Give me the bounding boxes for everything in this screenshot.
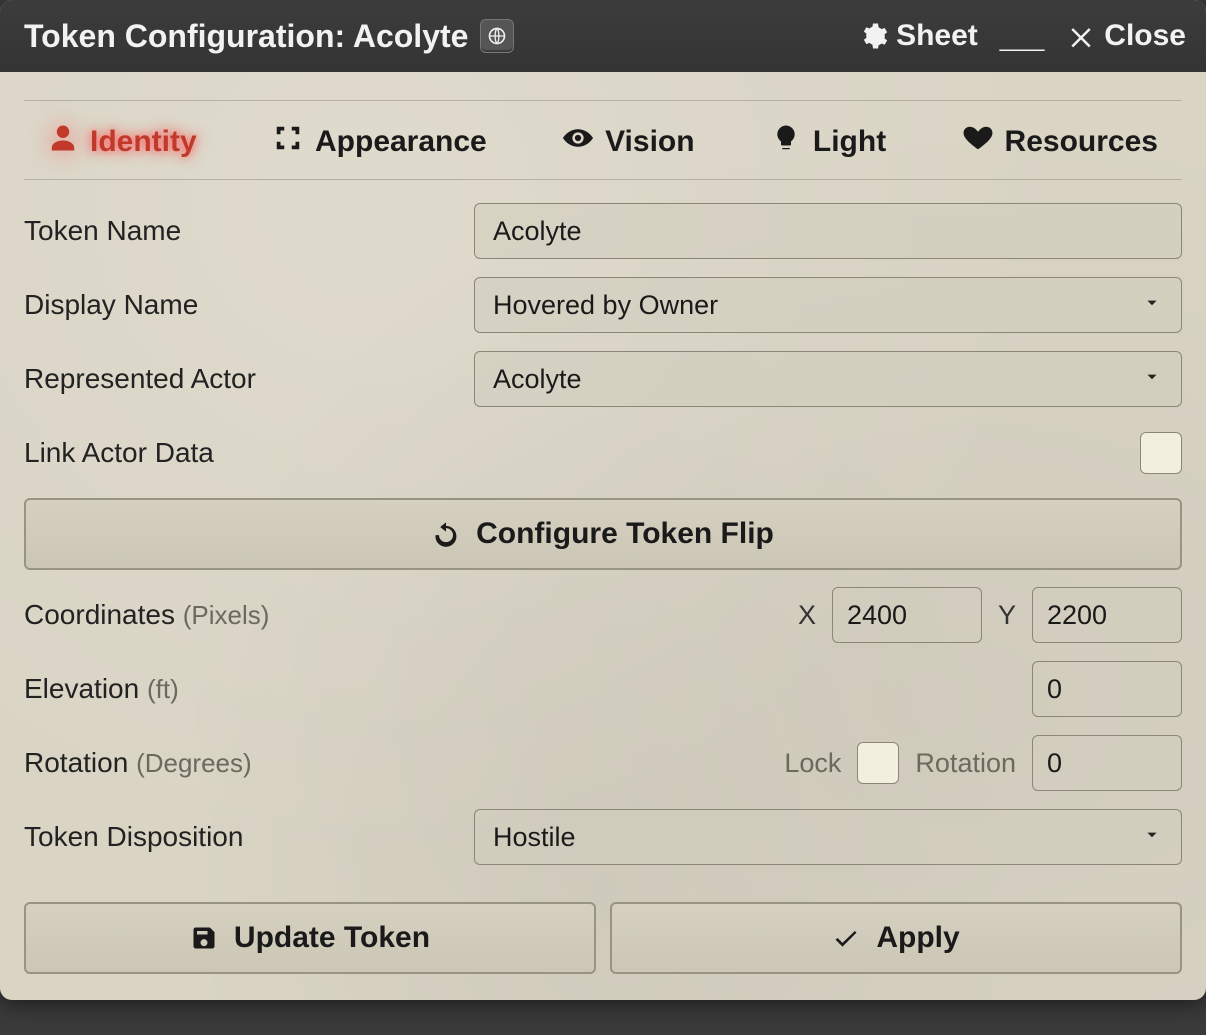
tab-identity[interactable]: Identity <box>40 119 205 165</box>
token-name-input[interactable] <box>474 203 1182 259</box>
user-icon <box>48 123 78 161</box>
coordinates-label: Coordinates (Pixels) <box>24 599 454 631</box>
lock-label: Lock <box>784 748 841 779</box>
heart-icon <box>963 123 993 161</box>
row-disposition: Token Disposition Hostile <box>24 808 1182 866</box>
tab-appearance[interactable]: Appearance <box>265 119 495 165</box>
row-rotation: Rotation (Degrees) Lock Rotation <box>24 734 1182 792</box>
rotation-input[interactable] <box>1032 735 1182 791</box>
close-icon <box>1066 21 1096 51</box>
disposition-select[interactable]: Hostile <box>474 809 1182 865</box>
window-body: Identity Appearance Vision Light <box>0 100 1206 994</box>
tab-light-label: Light <box>813 125 886 159</box>
coord-y-input[interactable] <box>1032 587 1182 643</box>
sheet-button[interactable]: Sheet <box>858 19 978 53</box>
coordinates-unit: (Pixels) <box>183 600 270 630</box>
tab-vision[interactable]: Vision <box>555 119 702 165</box>
elevation-label: Elevation (ft) <box>24 673 454 705</box>
apply-label: Apply <box>876 921 959 955</box>
gear-icon <box>858 21 888 51</box>
expand-icon <box>273 123 303 161</box>
token-name-label: Token Name <box>24 215 454 247</box>
close-button[interactable]: Close <box>1066 19 1186 53</box>
apply-button[interactable]: Apply <box>610 902 1182 974</box>
rotation-label-text: Rotation <box>24 747 128 778</box>
row-elevation: Elevation (ft) <box>24 660 1182 718</box>
disposition-value: Hostile <box>493 822 576 853</box>
link-actor-checkbox[interactable] <box>1140 432 1182 474</box>
header-actions: Sheet __ Close <box>858 11 1186 62</box>
chevron-down-icon <box>1141 290 1163 321</box>
token-configuration-window: Token Configuration: Acolyte Sheet __ Cl… <box>0 0 1206 1000</box>
row-coordinates: Coordinates (Pixels) X Y <box>24 586 1182 644</box>
save-icon <box>190 924 218 952</box>
display-name-label: Display Name <box>24 289 454 321</box>
elevation-label-text: Elevation <box>24 673 139 704</box>
tab-appearance-label: Appearance <box>315 125 487 159</box>
update-token-label: Update Token <box>234 921 430 955</box>
update-token-button[interactable]: Update Token <box>24 902 596 974</box>
tab-light[interactable]: Light <box>763 119 894 165</box>
refresh-icon <box>432 520 460 548</box>
represented-actor-value: Acolyte <box>493 364 582 395</box>
row-display-name: Display Name Hovered by Owner <box>24 276 1182 334</box>
lock-rotation-checkbox[interactable] <box>857 742 899 784</box>
represented-actor-select[interactable]: Acolyte <box>474 351 1182 407</box>
tab-bar: Identity Appearance Vision Light <box>24 101 1182 180</box>
represented-actor-label: Represented Actor <box>24 363 454 395</box>
coord-x-input[interactable] <box>832 587 982 643</box>
identity-form: Token Name Display Name Hovered by Owner… <box>24 180 1182 974</box>
check-icon <box>832 924 860 952</box>
minimize-icon: __ <box>1000 11 1045 56</box>
configure-token-flip-button[interactable]: Configure Token Flip <box>24 498 1182 570</box>
chevron-down-icon <box>1141 822 1163 853</box>
rotation-label: Rotation (Degrees) <box>24 747 454 779</box>
footer-buttons: Update Token Apply <box>24 902 1182 974</box>
tab-resources-label: Resources <box>1005 125 1158 159</box>
tab-resources[interactable]: Resources <box>955 119 1166 165</box>
rotation-field-label: Rotation <box>915 748 1016 779</box>
elevation-unit: (ft) <box>147 674 179 704</box>
tab-vision-label: Vision <box>605 125 694 159</box>
eye-icon <box>563 123 593 161</box>
configure-token-flip-label: Configure Token Flip <box>476 517 774 551</box>
display-name-select[interactable]: Hovered by Owner <box>474 277 1182 333</box>
row-token-name: Token Name <box>24 202 1182 260</box>
display-name-value: Hovered by Owner <box>493 290 718 321</box>
disposition-label: Token Disposition <box>24 821 454 853</box>
minimize-button[interactable]: __ <box>1000 11 1045 62</box>
chevron-down-icon <box>1141 364 1163 395</box>
window-title: Token Configuration: Acolyte <box>24 18 468 55</box>
rotation-unit: (Degrees) <box>136 748 252 778</box>
elevation-input[interactable] <box>1032 661 1182 717</box>
globe-icon <box>480 19 514 53</box>
lightbulb-icon <box>771 123 801 161</box>
window-header: Token Configuration: Acolyte Sheet __ Cl… <box>0 0 1206 72</box>
coord-y-label: Y <box>998 600 1016 631</box>
link-actor-label: Link Actor Data <box>24 437 454 469</box>
sheet-button-label: Sheet <box>896 19 978 53</box>
row-represented-actor: Represented Actor Acolyte <box>24 350 1182 408</box>
close-button-label: Close <box>1104 19 1186 53</box>
coord-x-label: X <box>798 600 816 631</box>
tab-identity-label: Identity <box>90 125 197 159</box>
row-link-actor: Link Actor Data <box>24 424 1182 482</box>
window-title-area: Token Configuration: Acolyte <box>24 18 848 55</box>
coordinates-label-text: Coordinates <box>24 599 175 630</box>
